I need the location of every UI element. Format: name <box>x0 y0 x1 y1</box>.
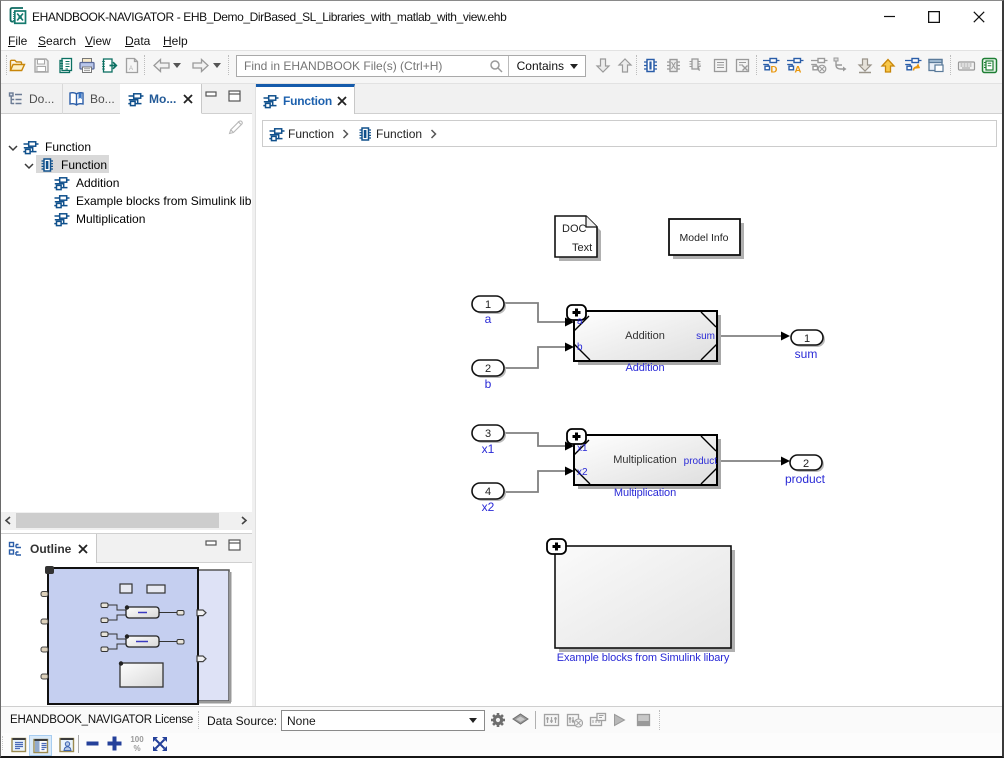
svg-text:a: a <box>577 316 583 327</box>
svg-text:sum: sum <box>696 331 715 342</box>
svg-text:1: 1 <box>485 299 491 311</box>
svg-text:4: 4 <box>485 486 491 498</box>
svg-text:3: 3 <box>485 428 491 440</box>
svg-text:Addition: Addition <box>626 362 665 374</box>
svg-text:Multiplication: Multiplication <box>614 487 676 499</box>
svg-text:b: b <box>485 377 492 391</box>
svg-text:sum: sum <box>795 347 818 361</box>
svg-text:b: b <box>577 342 583 353</box>
svg-text:x1: x1 <box>482 442 495 456</box>
svg-text:x2: x2 <box>482 500 495 514</box>
svg-text:Example blocks from Simulink l: Example blocks from Simulink libary <box>557 652 730 664</box>
svg-text:1: 1 <box>804 333 810 345</box>
svg-text:DOC: DOC <box>562 223 587 235</box>
svg-text:Multiplication: Multiplication <box>613 454 677 466</box>
svg-text:2: 2 <box>803 458 809 470</box>
svg-text:A: A <box>129 66 133 72</box>
svg-text:Addition: Addition <box>625 330 665 342</box>
svg-text:D: D <box>771 65 778 75</box>
svg-text:product: product <box>684 456 718 467</box>
svg-text:a: a <box>485 312 492 326</box>
svg-text:Text: Text <box>572 242 592 254</box>
svg-text:x2: x2 <box>577 467 588 478</box>
svg-text:x1: x1 <box>577 443 588 454</box>
svg-text:A: A <box>795 65 802 75</box>
svg-text:Model Info: Model Info <box>679 232 728 244</box>
svg-text:product: product <box>785 472 826 486</box>
svg-text:2: 2 <box>485 363 491 375</box>
